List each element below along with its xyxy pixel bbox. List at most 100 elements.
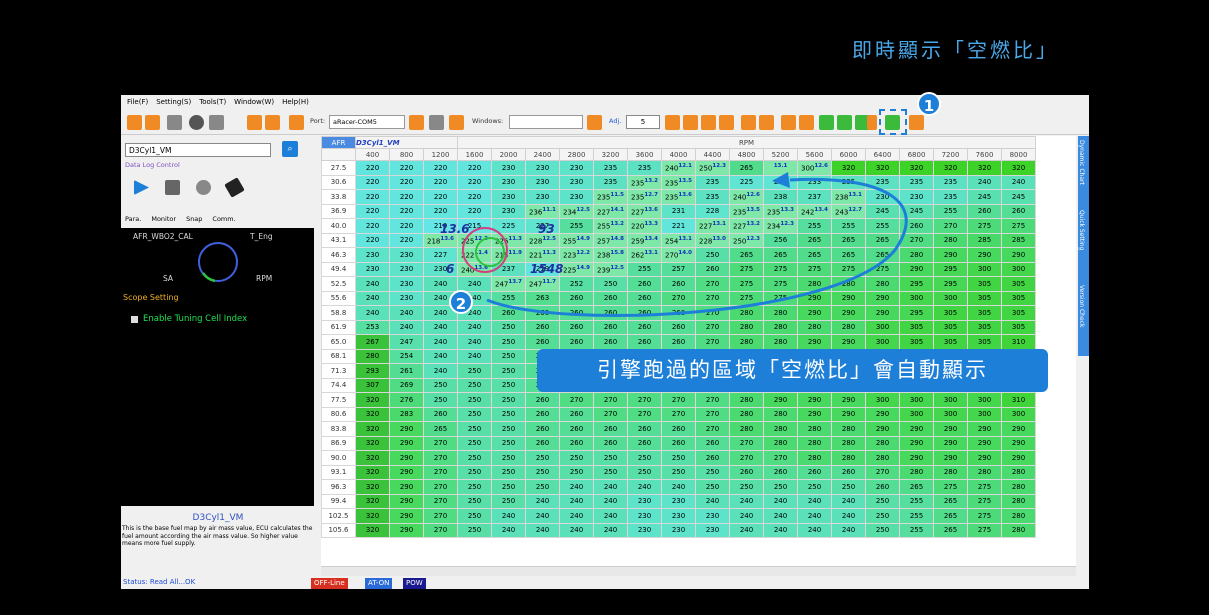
map-cell[interactable]: 250 <box>865 493 900 509</box>
map-cell[interactable]: 22713.2 <box>729 218 764 234</box>
map-cell[interactable]: 250 <box>525 450 560 466</box>
map-cell[interactable]: 280 <box>865 276 900 292</box>
map-cell[interactable]: 290 <box>899 450 934 466</box>
map-cell[interactable]: 250 <box>695 247 730 263</box>
map-cell[interactable]: 260 <box>695 450 730 466</box>
fill-up-icon[interactable] <box>781 115 796 130</box>
windows-select[interactable] <box>509 115 583 129</box>
map-cell[interactable]: 250 <box>457 435 492 451</box>
map-cell[interactable]: 290 <box>967 450 1002 466</box>
list-icon[interactable] <box>909 115 924 130</box>
map-cell[interactable]: 230 <box>627 522 662 538</box>
adj-input[interactable]: 5 <box>626 115 660 129</box>
map-cell[interactable]: 275 <box>763 276 798 292</box>
map-cell[interactable]: 280 <box>831 421 866 437</box>
map-cell[interactable]: 260 <box>593 435 628 451</box>
map-cell[interactable]: 275 <box>729 290 764 306</box>
map-cell[interactable]: 270 <box>763 450 798 466</box>
map-cell[interactable]: 255 <box>933 203 968 219</box>
map-cell[interactable]: 290 <box>967 421 1002 437</box>
map-cell[interactable]: 265 <box>865 232 900 248</box>
map-cell[interactable]: 255 <box>627 261 662 277</box>
map-cell[interactable]: 255 <box>899 508 934 524</box>
map-cell[interactable]: 250 <box>559 450 594 466</box>
map-cell[interactable]: 240 <box>729 508 764 524</box>
map-cell[interactable]: 22013.3 <box>627 218 662 234</box>
map-cell[interactable]: 260 <box>627 435 662 451</box>
map-cell[interactable]: 240 <box>525 522 560 538</box>
map-cell[interactable]: 283 <box>389 406 424 422</box>
map-cell[interactable]: 280 <box>933 464 968 480</box>
map-cell[interactable]: 24013.6 <box>457 261 492 277</box>
map-cell[interactable]: 220 <box>457 189 492 205</box>
map-cell[interactable]: 260 <box>525 392 560 408</box>
map-cell[interactable]: 230 <box>389 276 424 292</box>
map-cell[interactable]: 275 <box>967 508 1002 524</box>
map-cell[interactable]: 25514.9 <box>559 232 594 248</box>
map-cell[interactable]: 280 <box>763 406 798 422</box>
map-cell[interactable]: 295 <box>899 276 934 292</box>
map-cell[interactable]: 240 <box>559 522 594 538</box>
map-cell[interactable]: 220 <box>389 203 424 219</box>
map-cell[interactable]: 275 <box>729 261 764 277</box>
map-cell[interactable]: 250 <box>457 522 492 538</box>
chip-icon[interactable] <box>167 115 182 130</box>
map-cell[interactable]: 300 <box>899 406 934 422</box>
map-cell[interactable]: 260 <box>729 464 764 480</box>
map-cell[interactable]: 220 <box>389 189 424 205</box>
map-cell[interactable]: 280 <box>797 319 832 335</box>
map-cell[interactable]: 240 <box>729 522 764 538</box>
map-cell[interactable]: 260 <box>423 406 458 422</box>
map-cell[interactable]: 230 <box>661 493 696 509</box>
map-cell[interactable]: 270 <box>423 435 458 451</box>
map-cell[interactable]: 240 <box>423 319 458 335</box>
map-cell[interactable]: 23412.3 <box>763 218 798 234</box>
fill-down-icon[interactable] <box>799 115 814 130</box>
map-cell[interactable]: 275 <box>729 276 764 292</box>
map-cell[interactable]: 290 <box>831 392 866 408</box>
map-cell[interactable]: 280 <box>1001 464 1036 480</box>
map-cell[interactable]: 270 <box>695 319 730 335</box>
map-cell[interactable]: 24012.1 <box>661 160 696 176</box>
map-cell[interactable]: 22514.9 <box>559 261 594 277</box>
map-cell[interactable]: 285 <box>1001 232 1036 248</box>
map-cell[interactable]: 230 <box>491 189 526 205</box>
map-cell[interactable]: 290 <box>1001 435 1036 451</box>
map-cell[interactable]: 230 <box>389 247 424 263</box>
multiply-icon[interactable] <box>701 115 716 130</box>
map-cell[interactable]: 300 <box>899 290 934 306</box>
map-cell[interactable]: 238 <box>763 189 798 205</box>
map-cell[interactable]: 230 <box>525 189 560 205</box>
map-cell[interactable]: 230 <box>661 508 696 524</box>
map-cell[interactable]: 23912.5 <box>593 261 628 277</box>
tool-icon[interactable] <box>587 115 602 130</box>
map-cell[interactable]: 260 <box>627 290 662 306</box>
map-cell[interactable]: 269 <box>389 377 424 393</box>
side-tab-dynamic[interactable]: Dynamic Chart <box>1078 136 1085 206</box>
map-cell[interactable]: 240 <box>627 479 662 495</box>
map-cell[interactable]: 240 <box>491 522 526 538</box>
map-cell[interactable]: 290 <box>967 435 1002 451</box>
map-cell[interactable]: 24312.7 <box>831 203 866 219</box>
map-cell[interactable]: 275 <box>967 479 1002 495</box>
stop-icon[interactable] <box>165 180 180 195</box>
map-cell[interactable]: 265 <box>933 493 968 509</box>
map-cell[interactable]: 250 <box>559 464 594 480</box>
map-cell[interactable]: 280 <box>831 450 866 466</box>
map-cell[interactable]: 305 <box>1001 276 1036 292</box>
map-cell[interactable]: 22714.1 <box>593 203 628 219</box>
map-cell[interactable]: 280 <box>763 421 798 437</box>
map-cell[interactable]: 220 <box>389 232 424 248</box>
map-cell[interactable]: 240 <box>593 493 628 509</box>
map-cell[interactable]: 275 <box>967 493 1002 509</box>
map-cell[interactable]: 250 <box>661 450 696 466</box>
map-cell[interactable]: 305 <box>1001 290 1036 306</box>
map-cell[interactable]: 320 <box>355 406 390 422</box>
map-cell[interactable]: 280 <box>865 450 900 466</box>
map-cell[interactable]: 290 <box>831 305 866 321</box>
map-cell[interactable]: 30012.6 <box>797 160 832 176</box>
map-cell[interactable]: 220 <box>423 160 458 176</box>
enable-checkbox[interactable] <box>131 316 138 323</box>
map-cell[interactable]: 230 <box>559 160 594 176</box>
map-cell[interactable]: 250 <box>423 377 458 393</box>
